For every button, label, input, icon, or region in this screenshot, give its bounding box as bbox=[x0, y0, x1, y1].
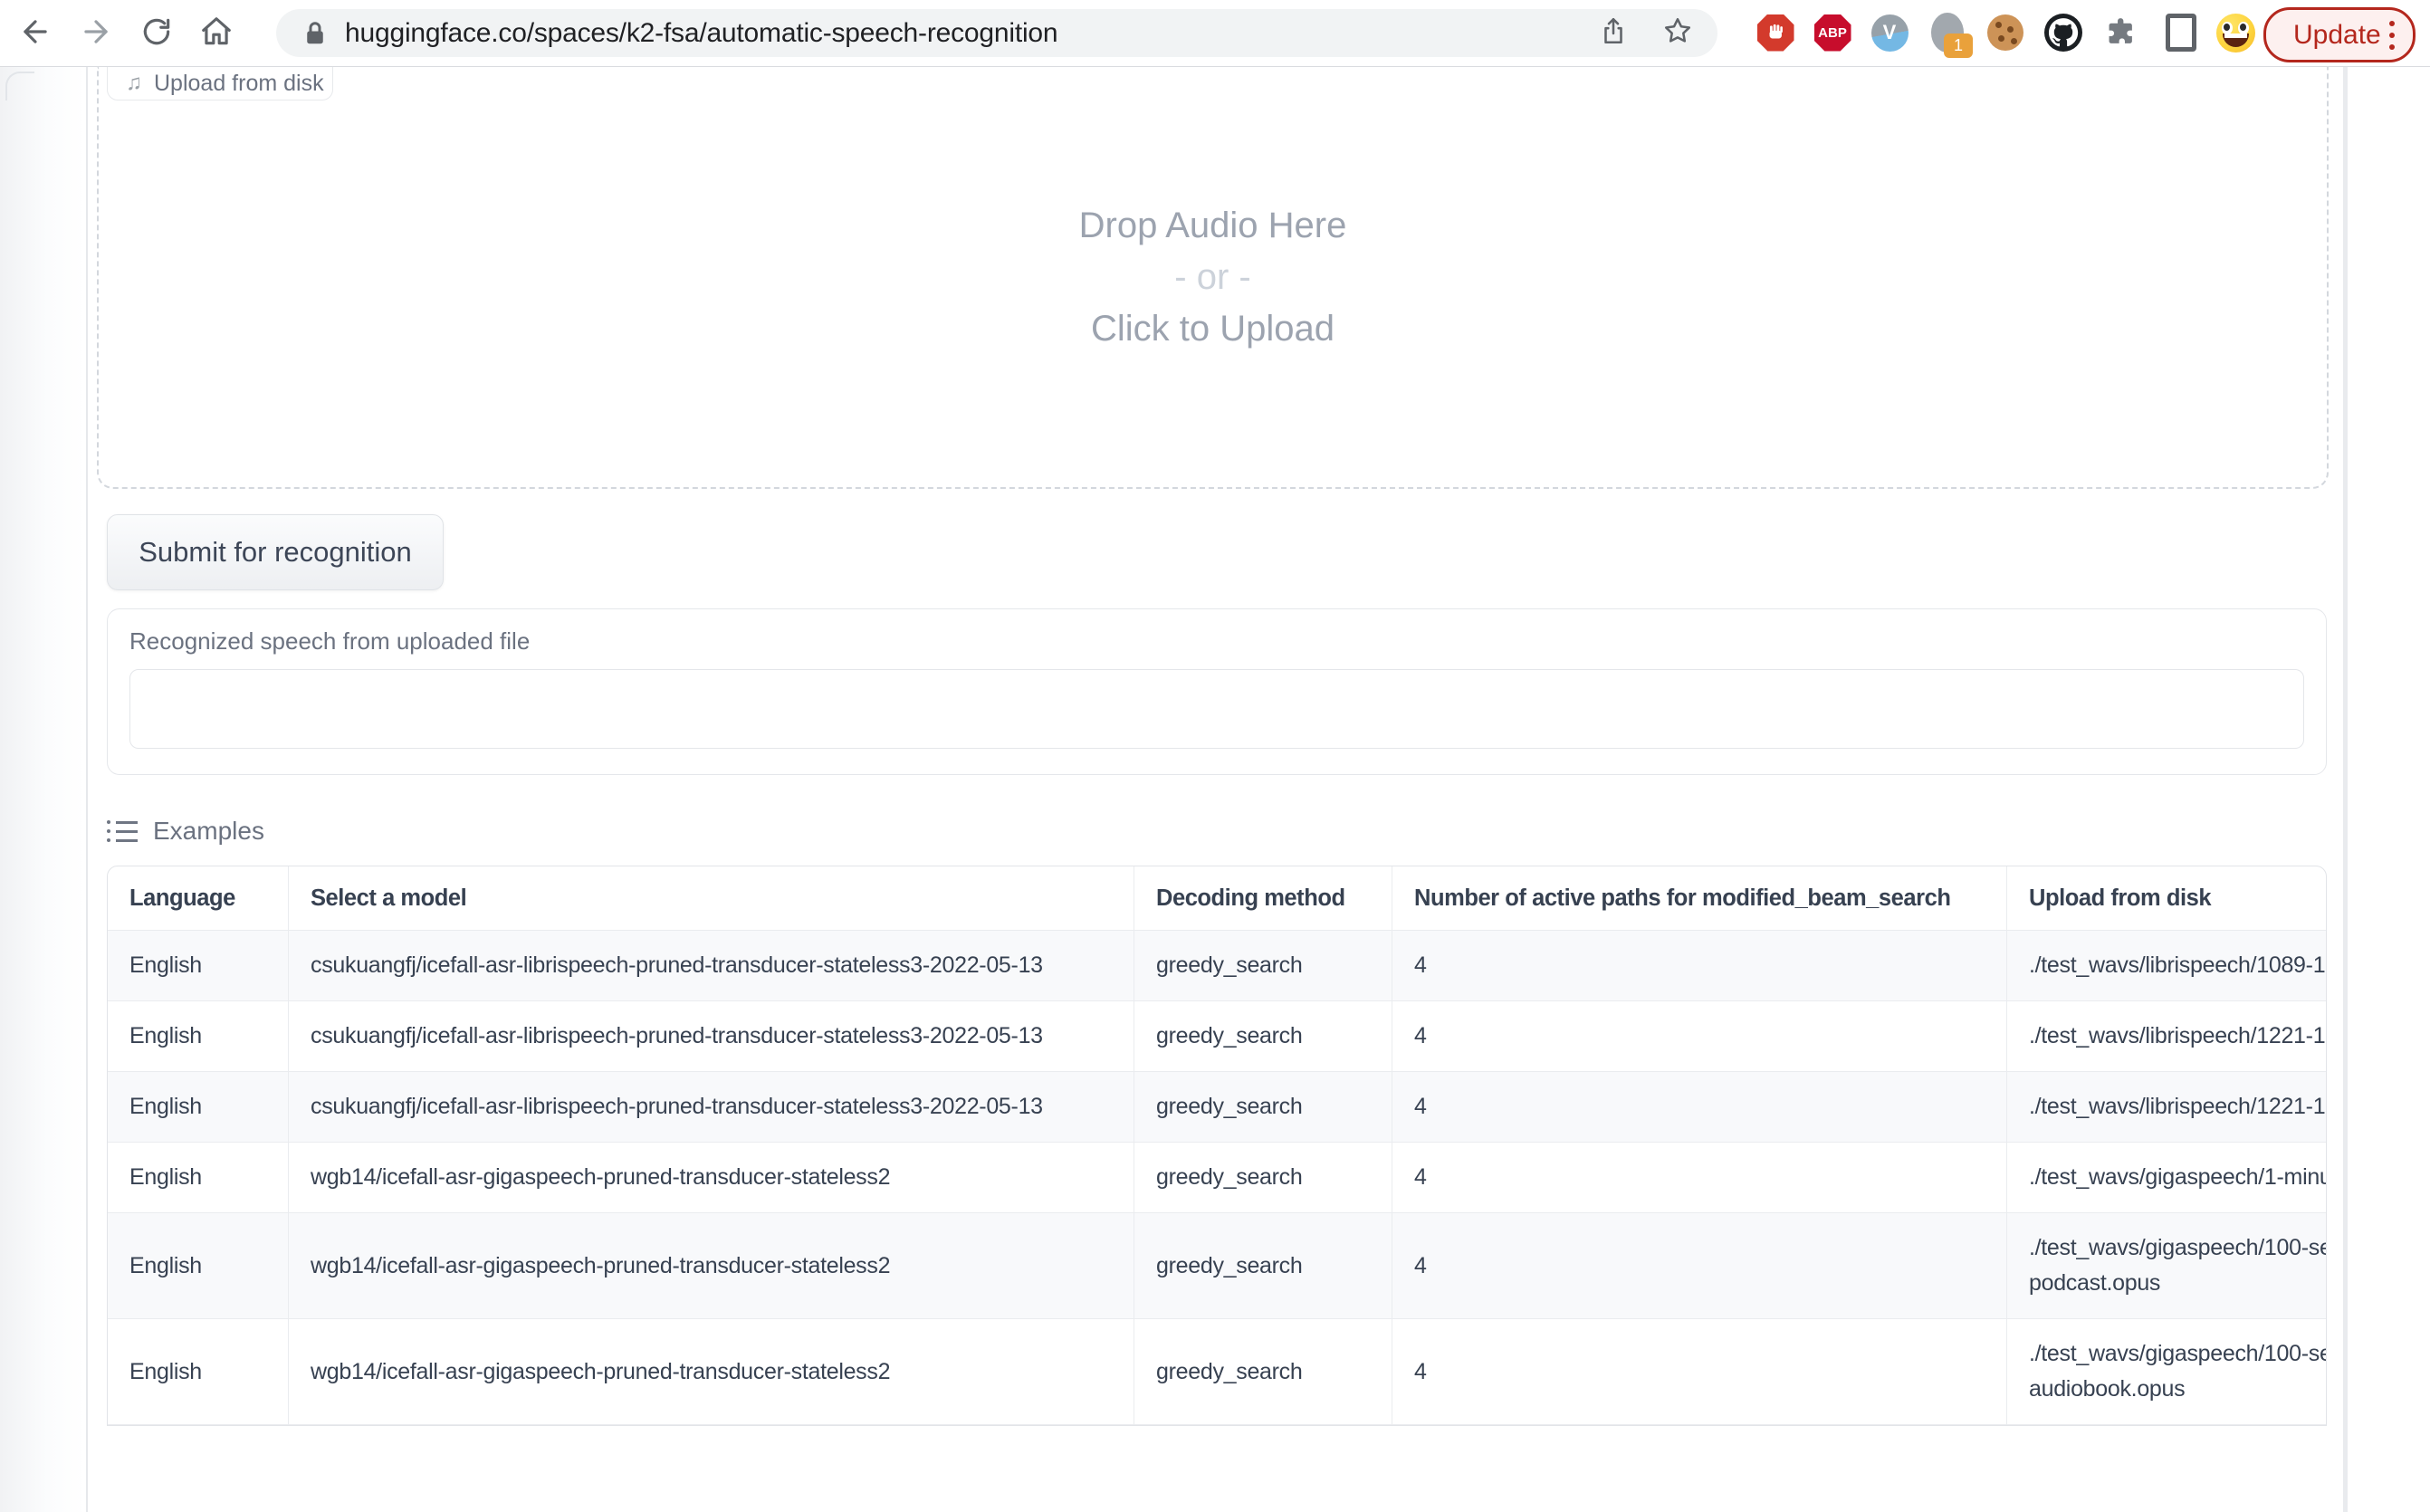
table-cell[interactable]: greedy_search bbox=[1134, 1072, 1392, 1143]
address-bar[interactable]: huggingface.co/spaces/k2-fsa/automatic-s… bbox=[276, 9, 1717, 57]
extensions-puzzle-icon[interactable] bbox=[2100, 12, 2142, 53]
column-header: Language bbox=[108, 866, 289, 931]
table-cell[interactable]: ./test_wavs/gigaspeech/100-seconds-audio… bbox=[2007, 1319, 2328, 1425]
column-header: Decoding method bbox=[1134, 866, 1392, 931]
table-cell[interactable]: English bbox=[108, 931, 289, 1001]
table-cell[interactable]: 4 bbox=[1392, 931, 2007, 1001]
page-content: Drop Audio Here - or - Click to Upload ♫… bbox=[0, 67, 2430, 1512]
output-label: Recognized speech from uploaded file bbox=[129, 627, 2304, 656]
examples-list-icon bbox=[107, 820, 138, 842]
music-note-icon: ♫ bbox=[126, 72, 142, 94]
smiley-extension-icon[interactable] bbox=[2215, 12, 2256, 53]
home-button[interactable] bbox=[192, 8, 241, 57]
table-cell[interactable]: English bbox=[108, 1072, 289, 1143]
puzzle-icon bbox=[2104, 15, 2138, 50]
table-row[interactable]: Englishwgb14/icefall-asr-gigaspeech-prun… bbox=[108, 1319, 2327, 1425]
table-cell[interactable]: 4 bbox=[1392, 1213, 2007, 1319]
table-cell[interactable]: ./test_wavs/librispeech/1221-135766-0001… bbox=[2007, 1001, 2328, 1072]
table-cell[interactable]: csukuangfj/icefall-asr-librispeech-prune… bbox=[289, 931, 1134, 1001]
lock-icon bbox=[301, 20, 329, 47]
forward-icon bbox=[79, 14, 113, 52]
cookie-icon bbox=[1987, 14, 2023, 51]
table-cell[interactable]: English bbox=[108, 1143, 289, 1213]
table-cell[interactable]: 4 bbox=[1392, 1001, 2007, 1072]
profile-blob-icon: 1 bbox=[1931, 13, 1964, 53]
profile-extension-icon[interactable]: 1 bbox=[1927, 12, 1968, 53]
reload-button[interactable] bbox=[132, 8, 181, 57]
notification-badge: 1 bbox=[1944, 33, 1973, 58]
table-row[interactable]: Englishwgb14/icefall-asr-gigaspeech-prun… bbox=[108, 1213, 2327, 1319]
tab-label: Upload from disk bbox=[154, 71, 324, 97]
reload-icon bbox=[139, 14, 174, 52]
v-extension-icon[interactable]: V bbox=[1869, 12, 1910, 53]
table-cell[interactable]: wgb14/icefall-asr-gigaspeech-pruned-tran… bbox=[289, 1319, 1134, 1425]
recognized-speech-output[interactable] bbox=[129, 669, 2304, 749]
table-cell[interactable]: greedy_search bbox=[1134, 1319, 1392, 1425]
update-label: Update bbox=[2293, 20, 2381, 51]
examples-header: Examples bbox=[107, 817, 264, 846]
table-cell[interactable]: 4 bbox=[1392, 1319, 2007, 1425]
smiley-icon bbox=[2216, 14, 2255, 53]
audio-dropzone[interactable]: Drop Audio Here - or - Click to Upload bbox=[97, 67, 2329, 489]
sidebar-toggle-icon[interactable] bbox=[2160, 12, 2202, 53]
table-cell[interactable]: greedy_search bbox=[1134, 1001, 1392, 1072]
table-cell[interactable]: ./test_wavs/librispeech/1089-134686-0001… bbox=[2007, 931, 2328, 1001]
examples-table: LanguageSelect a modelDecoding methodNum… bbox=[107, 866, 2327, 1426]
card-corner bbox=[5, 72, 34, 100]
table-cell[interactable]: greedy_search bbox=[1134, 931, 1392, 1001]
table-cell[interactable]: csukuangfj/icefall-asr-librispeech-prune… bbox=[289, 1001, 1134, 1072]
table-cell[interactable]: English bbox=[108, 1319, 289, 1425]
drop-text-line3: Click to Upload bbox=[1091, 311, 1335, 347]
column-header: Select a model bbox=[289, 866, 1134, 931]
github-extension-icon[interactable] bbox=[2043, 12, 2084, 53]
url-text[interactable]: huggingface.co/spaces/k2-fsa/automatic-s… bbox=[345, 18, 1057, 49]
browser-toolbar: huggingface.co/spaces/k2-fsa/automatic-s… bbox=[0, 0, 2430, 67]
output-card: Recognized speech from uploaded file bbox=[107, 608, 2327, 775]
table-cell[interactable]: wgb14/icefall-asr-gigaspeech-pruned-tran… bbox=[289, 1213, 1134, 1319]
table-row[interactable]: Englishwgb14/icefall-asr-gigaspeech-prun… bbox=[108, 1143, 2327, 1213]
bookmark-star-icon[interactable] bbox=[1661, 14, 1694, 52]
abp-label: ABP bbox=[1814, 14, 1851, 52]
column-header: Upload from disk bbox=[2007, 866, 2328, 931]
drop-text-line2: - or - bbox=[1174, 259, 1250, 295]
home-icon bbox=[199, 14, 234, 52]
ublock-extension-icon[interactable] bbox=[1755, 12, 1796, 53]
left-divider bbox=[86, 67, 88, 1512]
abp-extension-icon[interactable]: ABP bbox=[1812, 12, 1853, 53]
back-button[interactable] bbox=[11, 8, 60, 57]
table-cell[interactable]: wgb14/icefall-asr-gigaspeech-pruned-tran… bbox=[289, 1143, 1134, 1213]
left-gutter bbox=[0, 67, 86, 1512]
share-icon[interactable] bbox=[1598, 15, 1629, 51]
table-row[interactable]: Englishcsukuangfj/icefall-asr-librispeec… bbox=[108, 1072, 2327, 1143]
table-header-row: LanguageSelect a modelDecoding methodNum… bbox=[108, 866, 2327, 931]
forward-button[interactable] bbox=[72, 8, 120, 57]
tab-upload-from-disk[interactable]: ♫ Upload from disk bbox=[107, 67, 333, 100]
cookie-extension-icon[interactable] bbox=[1985, 12, 2026, 53]
table-body: Englishcsukuangfj/icefall-asr-librispeec… bbox=[108, 931, 2327, 1425]
table-row[interactable]: Englishcsukuangfj/icefall-asr-librispeec… bbox=[108, 931, 2327, 1001]
table-cell[interactable]: English bbox=[108, 1213, 289, 1319]
menu-dots-icon[interactable] bbox=[2389, 21, 2395, 50]
back-icon bbox=[18, 14, 53, 52]
submit-for-recognition-button[interactable]: Submit for recognition bbox=[107, 514, 444, 590]
rectangle-icon bbox=[2166, 14, 2196, 52]
github-icon bbox=[2044, 14, 2082, 52]
table-row[interactable]: Englishcsukuangfj/icefall-asr-librispeec… bbox=[108, 1001, 2327, 1072]
hand-icon bbox=[1757, 14, 1794, 52]
table-cell[interactable]: csukuangfj/icefall-asr-librispeech-prune… bbox=[289, 1072, 1134, 1143]
column-header: Number of active paths for modified_beam… bbox=[1392, 866, 2007, 931]
examples-label: Examples bbox=[153, 817, 264, 846]
table-cell[interactable]: 4 bbox=[1392, 1143, 2007, 1213]
table-cell[interactable]: greedy_search bbox=[1134, 1213, 1392, 1319]
drop-text-line1: Drop Audio Here bbox=[1079, 207, 1347, 244]
table-cell[interactable]: ./test_wavs/gigaspeech/100-seconds-podca… bbox=[2007, 1213, 2328, 1319]
table-cell[interactable]: greedy_search bbox=[1134, 1143, 1392, 1213]
table-cell[interactable]: 4 bbox=[1392, 1072, 2007, 1143]
table-cell[interactable]: English bbox=[108, 1001, 289, 1072]
table-cell[interactable]: ./test_wavs/librispeech/1221-135766-0002… bbox=[2007, 1072, 2328, 1143]
v-label: V bbox=[1871, 14, 1909, 52]
right-divider[interactable] bbox=[2343, 67, 2348, 1512]
table-cell[interactable]: ./test_wavs/gigaspeech/1-minute-audioboo… bbox=[2007, 1143, 2328, 1213]
chrome-update-button[interactable]: Update bbox=[2263, 7, 2416, 62]
